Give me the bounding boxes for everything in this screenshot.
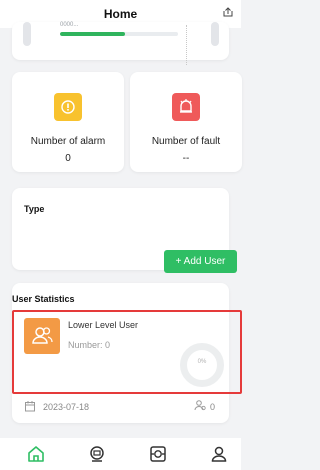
lower-level-user-title: Lower Level User	[68, 320, 139, 330]
device-icon[interactable]	[87, 444, 107, 464]
fault-value: --	[182, 153, 190, 164]
user-count-icon	[194, 400, 206, 411]
overview-partial-label: 0000...	[60, 22, 79, 28]
user-statistics-title: User Statistics	[12, 294, 75, 304]
alarm-icon	[54, 93, 82, 121]
lower-level-user-number: Number: 0	[68, 340, 111, 350]
page-title: Home	[103, 7, 138, 21]
profile-icon[interactable]	[209, 444, 229, 464]
decor-pill-left	[23, 22, 31, 46]
fault-card[interactable]: Number of fault --	[130, 72, 242, 172]
users-icon	[24, 318, 60, 354]
share-icon[interactable]	[222, 6, 234, 18]
stat-date: 2023-07-18	[43, 402, 90, 412]
divider	[186, 25, 188, 65]
overview-progress-fill	[60, 32, 125, 36]
overview-card	[12, 22, 229, 60]
add-user-button[interactable]: + Add User	[164, 250, 237, 273]
overview-progress-bar	[60, 32, 178, 36]
home-icon[interactable]	[26, 444, 46, 464]
alarm-value: 0	[65, 153, 71, 164]
percentage-text: 0%	[197, 359, 207, 365]
decor-pill-right	[211, 22, 219, 46]
scan-icon[interactable]	[148, 444, 168, 464]
alarm-label: Number of alarm	[30, 136, 106, 147]
fault-icon	[172, 93, 200, 121]
calendar-icon	[25, 401, 35, 412]
percentage-ring	[180, 343, 224, 387]
alarm-card[interactable]: Number of alarm 0	[12, 72, 124, 172]
user-count: 0	[210, 402, 216, 412]
fault-label: Number of fault	[151, 136, 221, 147]
type-label: Type	[24, 204, 45, 214]
